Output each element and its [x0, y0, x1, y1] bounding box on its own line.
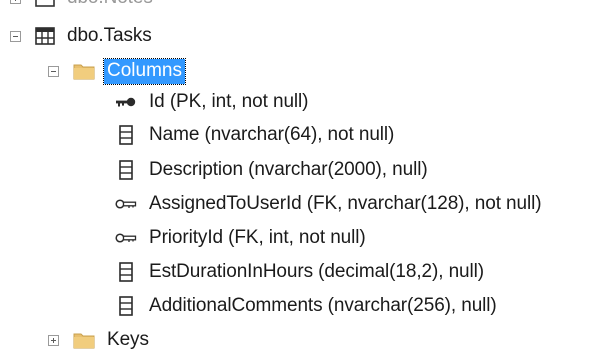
- table-grid-icon: [35, 0, 55, 7]
- foreign-key-icon: [115, 199, 137, 209]
- column-icon: [119, 125, 133, 145]
- column-item[interactable]: AssignedToUserId (FK, nvarchar(128), not…: [115, 189, 542, 219]
- collapse-toggle[interactable]: [48, 65, 59, 77]
- table-grid-icon: [35, 27, 55, 45]
- column-label: Id (PK, int, not null): [149, 91, 309, 112]
- column-item[interactable]: AdditionalComments (nvarchar(256), null): [115, 291, 497, 321]
- tree-node-table[interactable]: dbo.Tasks: [10, 21, 152, 51]
- tree-node-partial[interactable]: dbo.Notes: [10, 0, 153, 13]
- column-item[interactable]: EstDurationInHours (decimal(18,2), null): [115, 257, 484, 287]
- expand-toggle[interactable]: [48, 334, 59, 346]
- column-item[interactable]: PriorityId (FK, int, not null): [115, 223, 366, 253]
- column-icon: [119, 160, 133, 180]
- column-item[interactable]: Name (nvarchar(64), not null): [115, 120, 394, 150]
- column-label: Description (nvarchar(2000), null): [149, 159, 428, 180]
- column-item[interactable]: Description (nvarchar(2000), null): [115, 155, 428, 185]
- expand-toggle[interactable]: [10, 0, 21, 4]
- column-item[interactable]: Id (PK, int, not null): [115, 87, 308, 117]
- tree-node-columns-folder[interactable]: Columns: [48, 56, 186, 86]
- column-label: EstDurationInHours (decimal(18,2), null): [149, 261, 484, 282]
- tree-node-label: Keys: [107, 329, 149, 350]
- tree-node-label-selected: Columns: [103, 57, 186, 85]
- tree-node-label: dbo.Notes: [67, 0, 153, 9]
- column-label: AdditionalComments (nvarchar(256), null): [149, 295, 497, 316]
- column-icon: [119, 262, 133, 282]
- tree-node-label: dbo.Tasks: [67, 25, 152, 46]
- tree-node-keys-folder[interactable]: Keys: [48, 325, 149, 355]
- collapse-toggle[interactable]: [10, 30, 21, 42]
- foreign-key-icon: [115, 233, 137, 243]
- folder-icon: [73, 333, 95, 349]
- column-label: PriorityId (FK, int, not null): [149, 227, 366, 248]
- primary-key-icon: [116, 97, 136, 107]
- column-label: AssignedToUserId (FK, nvarchar(128), not…: [149, 193, 542, 214]
- column-label: Name (nvarchar(64), not null): [149, 124, 395, 145]
- column-icon: [119, 296, 133, 316]
- folder-icon: [73, 64, 95, 80]
